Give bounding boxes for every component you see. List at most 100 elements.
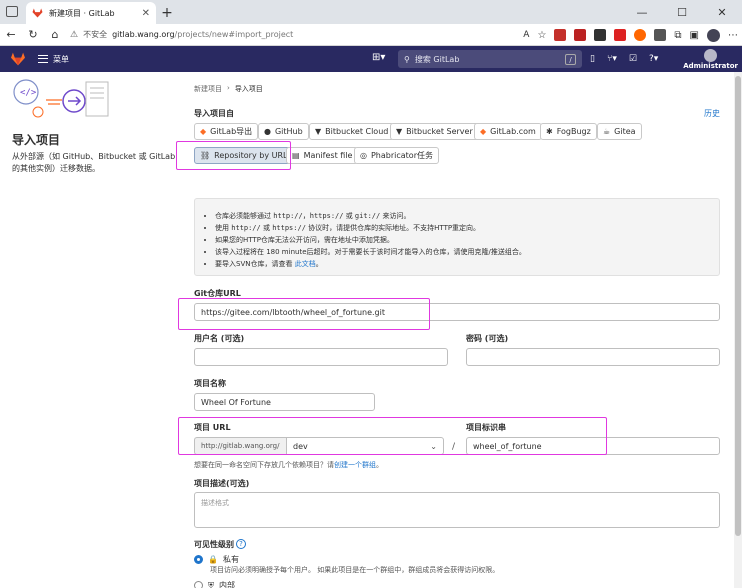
url-host: gitlab.wang.org [112,30,175,39]
import-bitbucket-cloud-button[interactable]: ▼ Bitbucket Cloud [309,123,395,140]
scrollbar-thumb[interactable] [735,76,741,536]
page-description: 从外部源（如 GitHub、Bitbucket 或 GitLab 的其他实例）迁… [12,152,176,173]
radio-unselected-icon[interactable] [194,581,203,588]
svg-text:</>: </> [20,88,37,98]
tab-close-icon[interactable]: ✕ [142,8,150,19]
history-link[interactable]: 历史 [704,108,720,119]
import-phabricator-button[interactable]: ◎ Phabricator任务 [354,147,439,164]
import-gitea-button[interactable]: ☕ Gitea [597,123,642,140]
visibility-private-option[interactable]: 🔒 私有 [194,554,239,565]
source-label: GitLab.com [490,127,536,136]
gitlab-favicon-icon [32,8,43,18]
extension-icon-2[interactable] [574,29,587,41]
reload-icon[interactable]: ↻ [22,24,44,46]
breadcrumb: 新建项目 › 导入项目 [194,84,263,94]
bitbucket-icon: ▼ [315,127,322,136]
extension-icon-6[interactable] [654,29,667,41]
close-window-button[interactable]: ✕ [702,0,742,24]
issues-icon[interactable]: ▯ [590,54,595,64]
project-url-prefix: http://gitlab.wang.org/ [194,437,286,455]
collections-icon[interactable]: ▣ [690,30,699,41]
description-textarea[interactable]: 描述格式 [194,492,720,528]
merge-requests-icon[interactable]: ⑂▾ [607,54,617,64]
visibility-internal-option[interactable]: ⛨ 内部 [194,580,235,588]
gitlab-logo-icon[interactable] [10,52,26,66]
project-slug-label: 项目标识串 [466,423,506,432]
tab-title: 新建项目 · GitLab [49,8,115,18]
url-slash-separator: / [452,442,456,452]
read-aloud-icon[interactable]: A [523,30,529,40]
radio-selected-icon[interactable] [194,555,203,564]
breadcrumb-parent[interactable]: 新建项目 [194,84,222,94]
info-item: 该导入过程将在 180 minute后超时。对于需要长于该时间才能导入的仓库，请… [215,246,526,258]
minimize-button[interactable]: — [622,0,662,24]
source-label: Phabricator任务 [370,151,433,160]
import-bitbucket-server-button[interactable]: ▼ Bitbucket Server [390,123,479,140]
import-gitlab-com-button[interactable]: ◆ GitLab.com [474,123,542,140]
import-info-box: 仓库必须能够通过 http://，https:// 或 git:// 来访问。 … [194,198,720,276]
user-menu[interactable]: Administrator [683,49,738,70]
left-panel: </> 导入项目 从外部源（如 GitHub、Bitbucket 或 GitLa… [0,72,182,588]
gitlab-header: 菜单 ⊞▾ ⚲ 搜索 GitLab / ▯ ⑂▾ ☑ ?▾ Administra… [0,46,742,72]
profile-avatar-icon[interactable] [707,28,720,42]
source-label: GitHub [274,127,303,136]
main-menu-button[interactable]: 菜单 [38,54,69,65]
maximize-button[interactable]: ☐ [662,0,702,24]
back-icon[interactable]: ← [0,24,22,46]
search-placeholder: 搜索 GitLab [414,54,460,64]
password-input[interactable] [466,348,720,366]
gitlab-icon: ◆ [200,127,207,136]
visibility-internal-label: 内部 [219,581,235,588]
new-tab-button[interactable]: + [156,2,178,24]
gitea-icon: ☕ [603,127,611,136]
browser-tab[interactable]: 新建项目 · GitLab ✕ [26,2,156,24]
import-github-button[interactable]: ● GitHub [258,123,309,140]
create-group-link[interactable]: 创建一个群组 [334,461,376,469]
import-illustration: </> [13,79,109,118]
import-from-label: 导入项目自 [194,109,234,118]
import-gitlab-export-button[interactable]: ◆ GitLab导出 [194,123,259,140]
help-icon[interactable]: ?▾ [649,54,658,64]
gitlab-icon: ◆ [480,127,487,136]
page-title: 导入项目 [12,133,61,147]
git-url-input[interactable]: https://gitee.com/lbtooth/wheel_of_fortu… [194,303,720,321]
lock-icon: 🔒 [208,555,218,564]
create-new-icon[interactable]: ⊞▾ [372,52,385,63]
project-name-input[interactable]: Wheel Of Fortune [194,393,375,411]
page-scrollbar[interactable] [734,72,742,588]
github-icon: ● [264,127,271,136]
extension-icon-5[interactable] [634,29,647,41]
namespace-select[interactable]: dev ⌄ [286,437,444,455]
extensions-puzzle-icon[interactable]: ⧉ [674,30,681,41]
search-input[interactable]: ⚲ 搜索 GitLab / [398,50,582,68]
import-manifest-file-button[interactable]: ▤ Manifest file [286,147,359,164]
info-item: 要导入SVN仓库，请查看 此文档。 [215,258,526,270]
favorite-star-icon[interactable]: ☆ [537,30,546,41]
extension-icon-3[interactable] [594,29,607,41]
svn-docs-link[interactable]: 此文档 [295,260,316,268]
extension-icon-1[interactable] [554,29,567,41]
tab-actions-icon[interactable] [6,6,18,17]
breadcrumb-separator: › [227,84,230,92]
link-icon: ⛓ [200,151,211,160]
import-fogbugz-button[interactable]: ✱ FogBugz [540,123,597,140]
help-question-icon[interactable]: ? [236,539,246,549]
todos-icon[interactable]: ☑ [629,54,637,64]
user-name: Administrator [683,62,738,70]
source-label: Bitbucket Cloud [325,127,389,136]
bitbucket-icon: ▼ [396,127,403,136]
source-label: FogBugz [556,127,591,136]
username-input[interactable] [194,348,448,366]
search-shortcut-badge: / [565,53,576,65]
visibility-label: 可见性级别 [194,540,234,549]
info-list: 仓库必须能够通过 http://，https:// 或 git:// 来访问。 … [215,210,526,270]
import-repository-by-url-button[interactable]: ⛓ Repository by URL [194,147,294,164]
source-label: Bitbucket Server [406,127,473,136]
extension-icon-4[interactable] [614,29,627,41]
url-field[interactable]: ⚠ 不安全 gitlab.wang.org/projects/new#impor… [70,26,495,44]
project-slug-input[interactable]: wheel_of_fortune [466,437,720,455]
home-icon[interactable]: ⌂ [44,24,66,46]
browser-menu-icon[interactable]: ⋯ [728,30,738,41]
project-name-label: 项目名称 [194,379,226,388]
password-label: 密码 (可选) [466,334,509,343]
